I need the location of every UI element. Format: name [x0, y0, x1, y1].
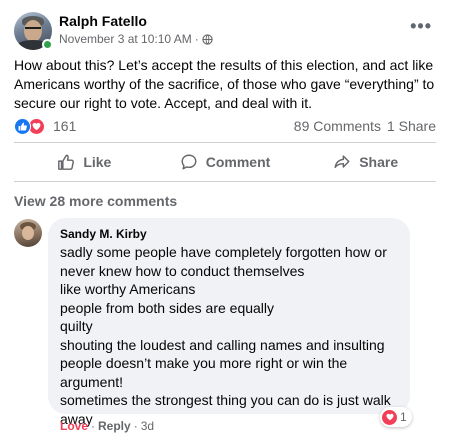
- comment-line: people from both sides are equally: [60, 299, 275, 316]
- online-status-dot: [42, 39, 53, 50]
- reactions-summary: 161 89 Comments 1 Share: [14, 116, 436, 136]
- post-header: Ralph Fatello November 3 at 10:10 AM · •…: [14, 10, 444, 50]
- comment-action-separator: ·: [133, 419, 138, 433]
- post-date[interactable]: November 3 at 10:10 AM: [59, 32, 192, 46]
- author-avatar[interactable]: [14, 12, 53, 50]
- comment-reply-button[interactable]: Reply: [98, 419, 131, 433]
- author-name[interactable]: Ralph Fatello: [59, 13, 147, 29]
- engagement-stats: 89 Comments 1 Share: [294, 118, 436, 134]
- divider: [14, 181, 436, 182]
- share-button-label: Share: [359, 154, 399, 170]
- comment-button-label: Comment: [205, 154, 271, 170]
- comment-timestamp[interactable]: 3d: [141, 419, 154, 433]
- comment-icon: [181, 154, 197, 170]
- commenter-name[interactable]: Sandy M. Kirby: [60, 227, 398, 241]
- comment-reaction-badge[interactable]: 1: [380, 407, 412, 427]
- like-button[interactable]: Like: [14, 145, 155, 179]
- comment-love-button[interactable]: Love: [60, 419, 88, 433]
- post-actions: Like Comment Share: [14, 145, 436, 179]
- share-icon: [334, 155, 350, 169]
- meta-separator: ·: [194, 32, 199, 46]
- reaction-icons[interactable]: [14, 117, 45, 135]
- more-options-button[interactable]: •••: [410, 16, 432, 37]
- comment-line: never knew how to conduct themselves: [60, 262, 305, 279]
- comment-button[interactable]: Comment: [155, 145, 296, 179]
- comment-line: people doesn’t make you more right or wi…: [60, 355, 348, 371]
- shares-count-link[interactable]: 1 Share: [387, 118, 436, 134]
- divider: [14, 142, 436, 143]
- comment-line: shouting the loudest and calling names a…: [60, 336, 385, 353]
- comment-bubble: Sandy M. Kirby sadly some people have co…: [48, 218, 410, 427]
- reaction-count[interactable]: 161: [53, 118, 76, 134]
- comment-line: sometimes the strongest thing you can do…: [60, 392, 391, 408]
- post-text: How about this? Let’s accept the results…: [14, 57, 435, 111]
- comment-line: like worthy Americans: [60, 281, 196, 297]
- comment-actions: Love · Reply · 3d: [60, 419, 154, 433]
- view-more-comments-link[interactable]: View 28 more comments: [14, 193, 177, 209]
- like-button-label: Like: [83, 154, 112, 170]
- share-button[interactable]: Share: [295, 145, 436, 179]
- comment-text: sadly some people have completely forgot…: [60, 243, 398, 428]
- comment-line: argument!: [60, 373, 124, 390]
- comment-line: quilty: [60, 318, 93, 334]
- commenter-avatar[interactable]: [14, 219, 42, 247]
- love-icon: [382, 409, 397, 425]
- comment-reaction-count: 1: [400, 410, 407, 424]
- comment-action-separator: ·: [91, 419, 96, 433]
- post-meta: November 3 at 10:10 AM ·: [59, 32, 213, 46]
- globe-icon: [202, 33, 213, 45]
- comment-line: sadly some people have completely forgot…: [60, 244, 387, 260]
- like-icon: [14, 117, 31, 135]
- thumbs-up-icon: [58, 154, 75, 170]
- comments-count-link[interactable]: 89 Comments: [294, 118, 381, 134]
